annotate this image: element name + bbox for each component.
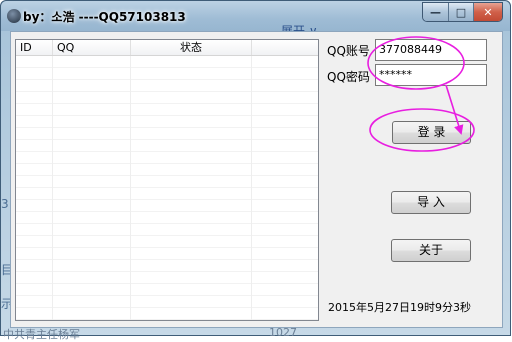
maximize-button[interactable]: □ <box>449 3 474 21</box>
list-body[interactable] <box>16 56 318 320</box>
close-button[interactable]: ✕ <box>474 3 502 21</box>
column-header-id[interactable]: ID <box>16 40 53 55</box>
title-bar[interactable]: by：소浩 ----QQ57103813 展开 ∨ — □ ✕ <box>1 1 510 38</box>
account-label: QQ账号 <box>327 44 370 58</box>
current-datetime: 2015年5月27日19时9分3秒 <box>328 301 471 314</box>
account-list[interactable]: ID QQ 状态 <box>15 39 319 321</box>
app-icon <box>7 9 21 23</box>
minimize-button[interactable]: — <box>423 3 449 21</box>
window-title: by：소浩 ----QQ57103813 <box>23 10 186 24</box>
account-field[interactable]: 377088449 <box>375 39 487 61</box>
column-header-filler <box>252 40 318 55</box>
bottom-fragment: 中共青主任杨军 <box>3 328 80 341</box>
about-button[interactable]: 关于 <box>391 239 471 262</box>
password-label: QQ密码 <box>327 70 370 84</box>
login-button[interactable]: 登 录 <box>392 121 471 144</box>
edge-fragment: 3 <box>1 197 9 211</box>
client-area: ID QQ 状态 QQ账号 377088449 QQ密码 ****** 登 录 … <box>10 31 503 328</box>
window-controls: — □ ✕ <box>422 2 503 22</box>
column-header-qq[interactable]: QQ <box>53 40 131 55</box>
import-button[interactable]: 导 入 <box>391 191 471 214</box>
app-window: by：소浩 ----QQ57103813 展开 ∨ — □ ✕ 3 目 示 ID… <box>0 0 511 341</box>
column-header-status[interactable]: 状态 <box>131 40 252 55</box>
list-header: ID QQ 状态 <box>16 40 318 56</box>
password-field[interactable]: ****** <box>375 64 487 86</box>
bottom-fragment: 1027 <box>269 326 297 339</box>
